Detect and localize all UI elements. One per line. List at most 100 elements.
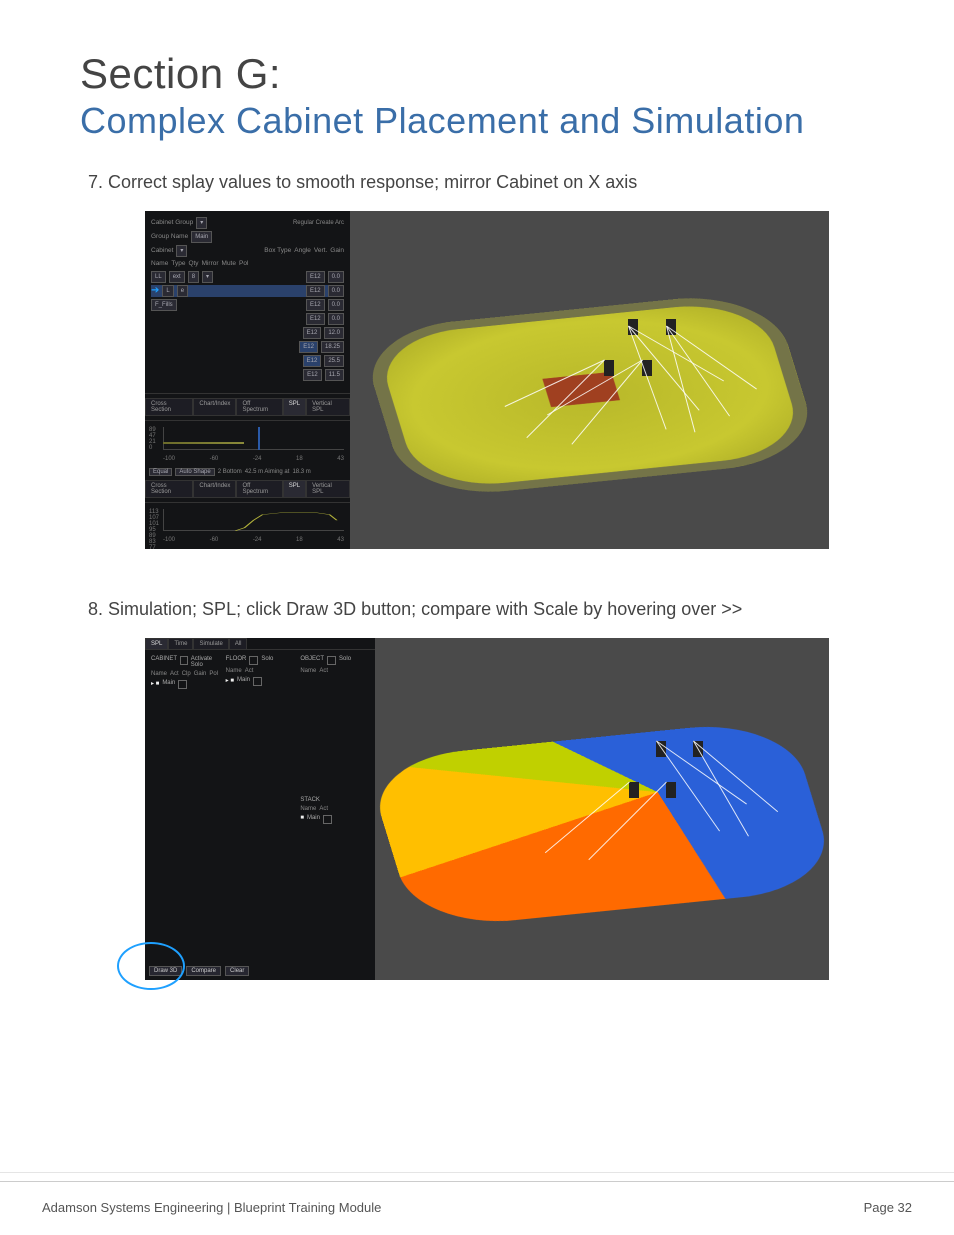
group-name-field[interactable]: Main (191, 231, 212, 243)
row-l-ext[interactable]: e (177, 285, 188, 297)
viewport-3d-spl[interactable] (375, 638, 829, 980)
row-ll-name[interactable]: LL (151, 271, 166, 283)
g1-x2: -60 (210, 456, 219, 462)
e-5[interactable]: E12 (299, 341, 318, 353)
row-f-name[interactable]: F_Fills (151, 299, 177, 311)
g2-y6: 77 (149, 545, 159, 551)
g1-x8: 43 (337, 456, 344, 462)
sh-act: Act (319, 806, 328, 812)
fh-name: Name (226, 668, 242, 674)
graph1-tabs: Cross Section Chart/Index Off Spectrum S… (145, 398, 350, 416)
g2-x6: 18 (296, 537, 303, 543)
floor-solo-chk[interactable] (249, 656, 258, 665)
regular-create-label: Regular Create Arc (293, 218, 344, 228)
tab2-vspl[interactable]: Vertical SPL (306, 480, 350, 497)
h-gain: Gain (194, 671, 207, 677)
step-8-text: 8. Simulation; SPL; click Draw 3D button… (88, 599, 894, 620)
v-6[interactable]: 25.5 (324, 355, 344, 367)
e-7[interactable]: E12 (303, 369, 322, 381)
fh-act: Act (245, 668, 254, 674)
floor-act[interactable] (253, 677, 262, 686)
tab-os[interactable]: Off Spectrum (236, 398, 282, 415)
section-label: Section G: (80, 50, 894, 98)
highlight-circle (117, 942, 185, 990)
group-dropdown[interactable]: ▾ (196, 217, 207, 229)
activate-chk[interactable] (180, 656, 188, 665)
cabinet-panel: Cabinet Group ▾ Regular Create Arc Group… (145, 211, 350, 549)
v-7[interactable]: 11.5 (325, 369, 344, 381)
tab-all[interactable]: All (229, 638, 248, 649)
g1-x4: -24 (253, 456, 262, 462)
g1-x6: 18 (296, 456, 303, 462)
screenshot-spl-simulation: SPL Time Simulate All CABINET Activate S… (145, 638, 829, 980)
col-angle: Angle (294, 246, 311, 256)
floor-main[interactable]: Main (237, 677, 250, 686)
tab-sim[interactable]: Simulate (193, 638, 228, 649)
v-4[interactable]: 12.0 (324, 327, 344, 339)
col-pol: Pol (239, 259, 248, 269)
g1-x0: -100 (163, 456, 175, 462)
tab-vspl[interactable]: Vertical SPL (306, 398, 350, 415)
obj-solo-label: Solo (339, 656, 351, 665)
status-equal[interactable]: Equal (149, 468, 172, 476)
compare-button[interactable]: Compare (186, 966, 221, 976)
graph2-tabs: Cross Section Chart/Index Off Spectrum S… (145, 480, 350, 498)
e-0[interactable]: E12 (306, 271, 325, 283)
main-row[interactable]: Main (162, 680, 175, 689)
simulation-panel: SPL Time Simulate All CABINET Activate S… (145, 638, 375, 980)
row-l-name[interactable]: L (162, 285, 173, 297)
row-ll-ext[interactable]: ext (169, 271, 185, 283)
obj-solo-chk[interactable] (327, 656, 336, 665)
tab-time[interactable]: Time (168, 638, 193, 649)
screenshot-splay-mirror: Cabinet Group ▾ Regular Create Arc Group… (145, 211, 829, 549)
col-qty: Qty (188, 259, 198, 269)
main-act[interactable] (178, 680, 187, 689)
v-0[interactable]: 0.0 (328, 271, 344, 283)
clear-button[interactable]: Clear (225, 966, 249, 976)
e-1[interactable]: E12 (306, 285, 325, 297)
cabinet-group-label: Cabinet Group (151, 218, 193, 228)
v-5[interactable]: 18.25 (321, 341, 344, 353)
viewport-3d-yellow[interactable] (350, 211, 829, 549)
tab-spl[interactable]: SPL (283, 398, 306, 415)
cabinet-h: CABINET (151, 656, 177, 668)
e-3[interactable]: E12 (306, 313, 325, 325)
stack-main[interactable]: Main (307, 815, 320, 824)
col-mirror: Mirror (202, 259, 219, 269)
g2-x4: -24 (253, 537, 262, 543)
e-2[interactable]: E12 (306, 299, 325, 311)
floor-h: FLOOR (226, 656, 247, 665)
section-title: Complex Cabinet Placement and Simulation (80, 100, 894, 142)
tab-cs[interactable]: Cross Section (145, 398, 193, 415)
activate-solo-label: Activate Solo (191, 656, 220, 668)
h-act: Act (170, 671, 179, 677)
col-type: Type (171, 259, 185, 269)
page-footer: Adamson Systems Engineering | Blueprint … (0, 1181, 954, 1235)
e-6[interactable]: E12 (303, 355, 322, 367)
col-boxtype: Box Type (264, 246, 291, 256)
arrow-icon: ➔ (151, 287, 159, 295)
sh-name: Name (300, 806, 316, 812)
status-bottom: 2 Bottom (218, 469, 242, 475)
stack-act[interactable] (323, 815, 332, 824)
footer-left: Adamson Systems Engineering | Blueprint … (42, 1200, 381, 1215)
tab2-ci[interactable]: Chart/Index (193, 480, 236, 497)
row-ll-q[interactable]: 8 (188, 271, 199, 283)
tab2-os[interactable]: Off Spectrum (236, 480, 282, 497)
col-mute: Mute (222, 259, 236, 269)
object-h: OBJECT (300, 656, 324, 665)
status-auto[interactable]: Auto Shape (175, 468, 214, 476)
v-3[interactable]: 0.0 (328, 313, 344, 325)
tab-ci[interactable]: Chart/Index (193, 398, 236, 415)
row-ll-opt[interactable]: ▾ (202, 271, 213, 283)
v-2[interactable]: 0.0 (328, 299, 344, 311)
tab-spl2[interactable]: SPL (145, 638, 168, 649)
tab2-cs[interactable]: Cross Section (145, 480, 193, 497)
tab2-spl[interactable]: SPL (283, 480, 306, 497)
g1-y3: 0 (149, 445, 156, 451)
status-h: 18.3 m (292, 469, 310, 475)
v-1[interactable]: 0.0 (328, 285, 344, 297)
step-7-text: 7. Correct splay values to smooth respon… (88, 172, 894, 193)
e-4[interactable]: E12 (303, 327, 322, 339)
cabinet-dropdown[interactable]: ▾ (176, 245, 187, 257)
